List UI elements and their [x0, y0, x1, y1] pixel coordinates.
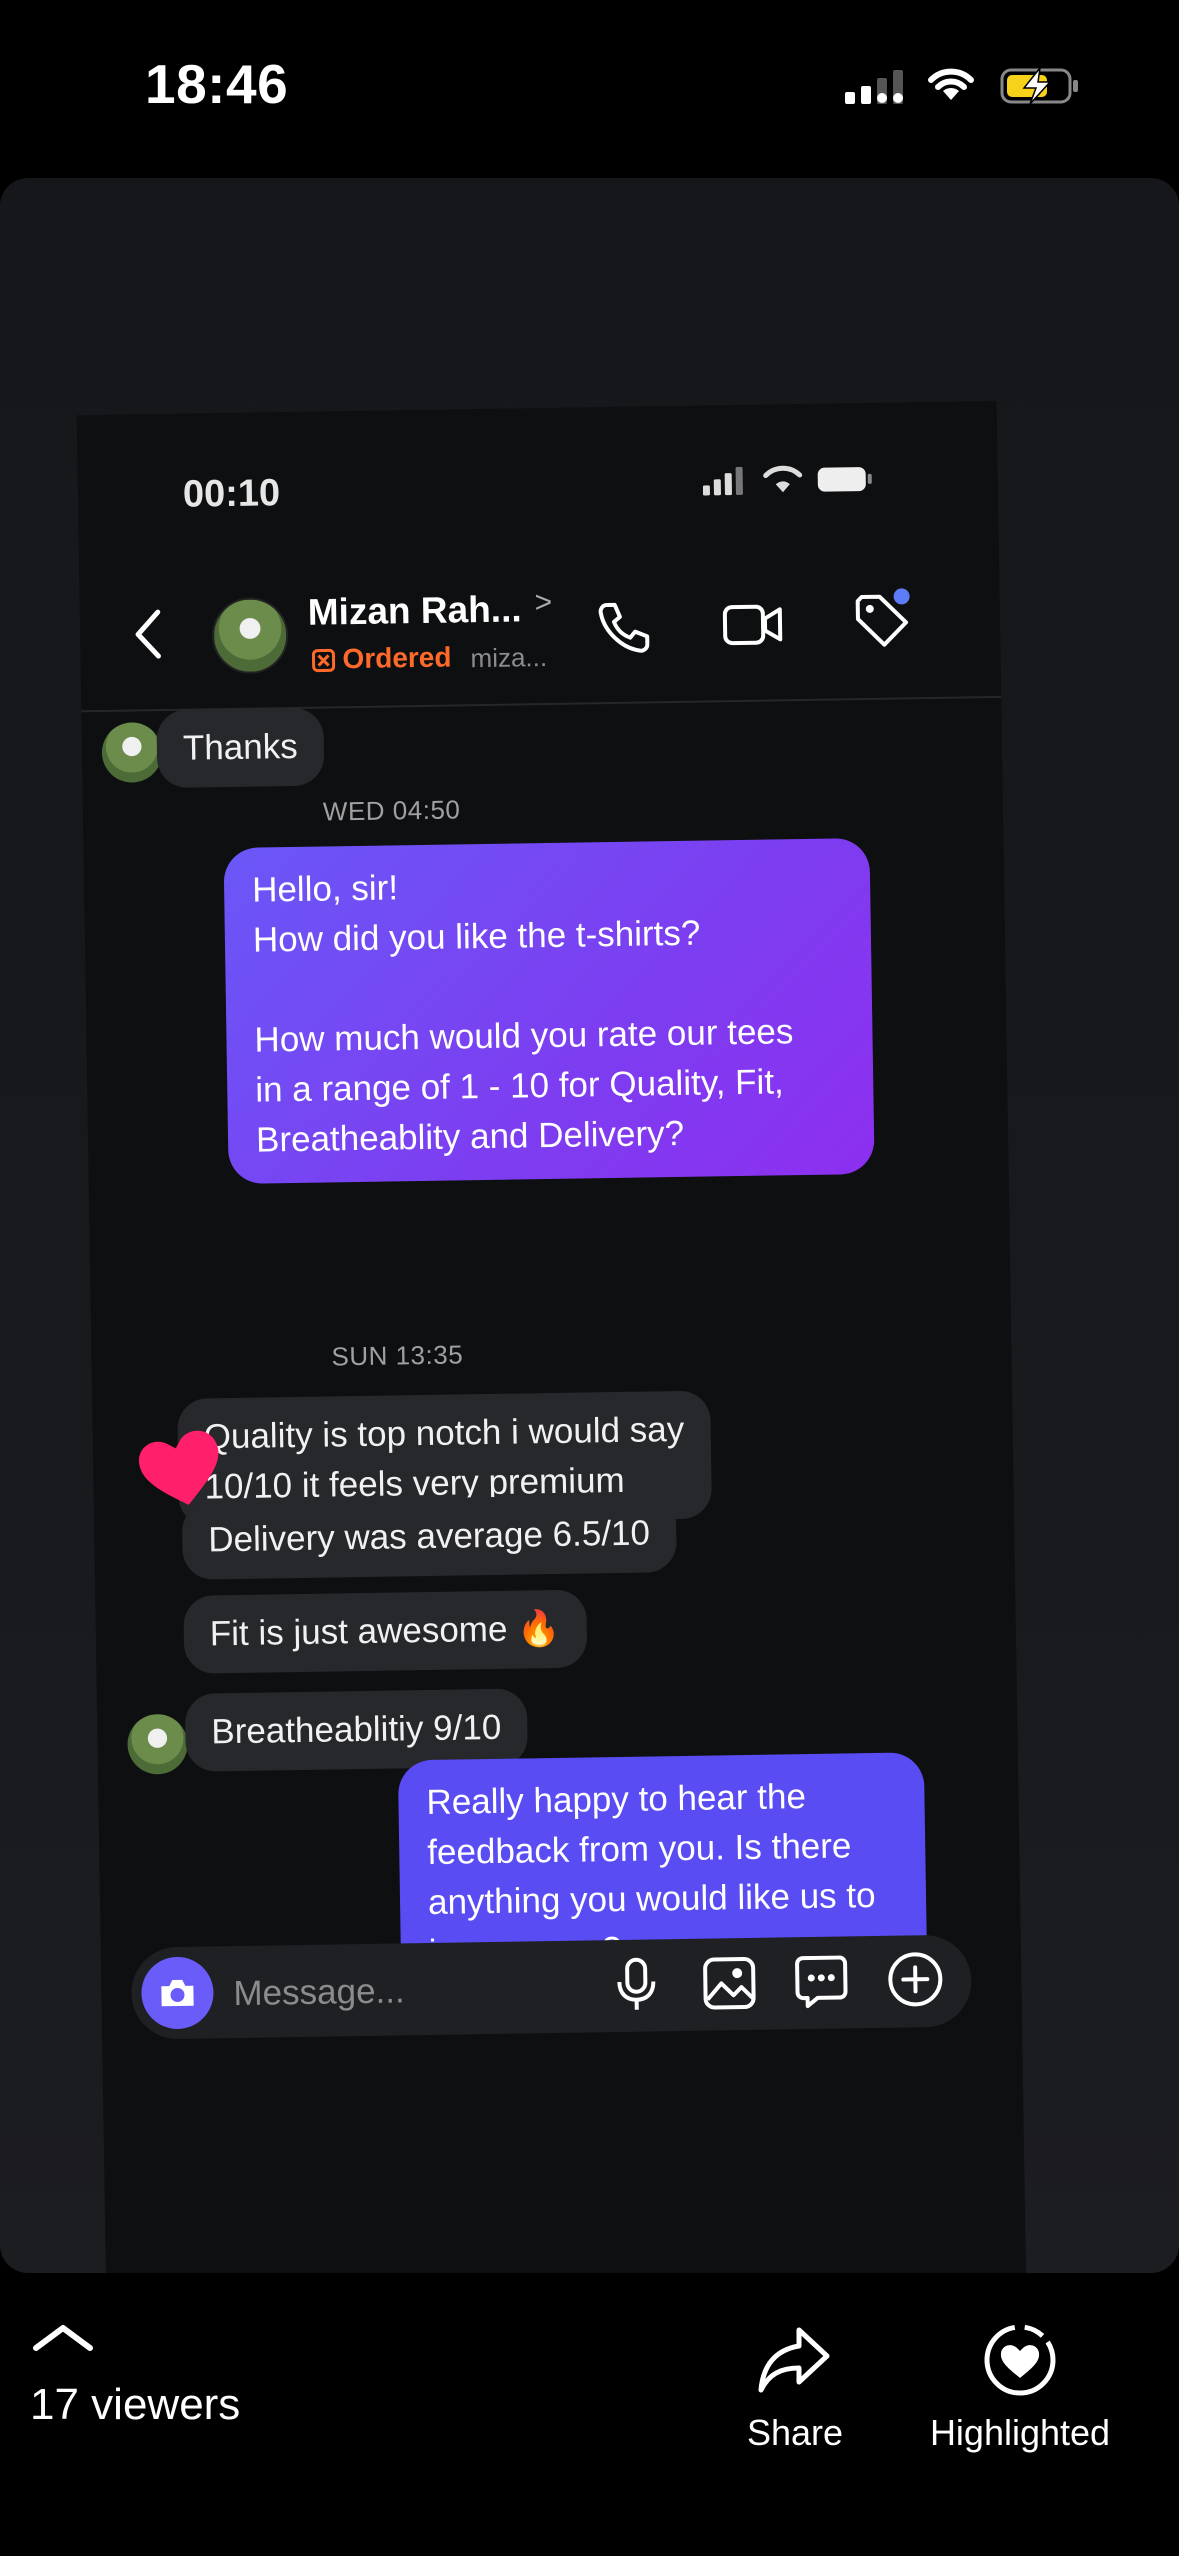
contact-name[interactable]: Mizan Rah...: [307, 588, 521, 633]
timestamp: WED 04:50: [322, 794, 461, 827]
inner-status-icons: [702, 461, 873, 505]
chat-bubble-icon: [795, 1955, 848, 2009]
chevron-up-icon[interactable]: [32, 2320, 94, 2359]
battery-charging-icon: [1000, 65, 1080, 111]
story-card[interactable]: 00:10 Mizan Rah... > Ordered miza... Tha…: [0, 178, 1179, 2273]
chevron-left-icon: [135, 609, 161, 659]
camera-icon: [161, 1979, 194, 2007]
inner-battery-icon: [817, 467, 872, 492]
inner-signal-icon: [702, 466, 743, 496]
cellular-signal-icon: [845, 66, 907, 111]
phone-icon: [598, 602, 650, 653]
outgoing-message[interactable]: Hello, sir! How did you like the t-shirt…: [223, 837, 875, 1185]
viewers-count[interactable]: 17 viewers: [30, 2380, 240, 2430]
microphone-button[interactable]: [614, 1955, 659, 2019]
inner-status-time: 00:10: [182, 472, 281, 516]
highlight-label: Highlighted: [929, 2412, 1111, 2453]
status-time: 18:46: [145, 53, 289, 115]
sticker-button[interactable]: [793, 1953, 850, 2015]
contact-handle: miza...: [470, 641, 548, 674]
gallery-button[interactable]: [701, 1955, 758, 2017]
tag-button[interactable]: [845, 584, 916, 660]
inner-wifi-icon: [763, 465, 803, 493]
share-button[interactable]: Share: [740, 2320, 850, 2460]
highlight-heart-icon: [984, 2324, 1056, 2396]
incoming-message[interactable]: Delivery was average 6.5/10: [181, 1494, 677, 1580]
tag-icon: [855, 588, 910, 647]
notification-dot: [893, 588, 910, 605]
timestamp: SUN 13:35: [331, 1339, 464, 1372]
share-label: Share: [746, 2412, 844, 2453]
order-status-label: Ordered: [342, 641, 452, 675]
more-options-button[interactable]: [886, 1950, 945, 2014]
plus-circle-icon: [888, 1952, 943, 2007]
contact-chevron-icon[interactable]: >: [534, 586, 552, 620]
back-button[interactable]: [128, 604, 169, 670]
incoming-message[interactable]: Thanks: [156, 707, 325, 789]
wifi-icon: [925, 64, 977, 109]
call-button[interactable]: [593, 596, 656, 664]
share-arrow-icon: [758, 2327, 830, 2393]
chat-screenshot: 00:10 Mizan Rah... > Ordered miza... Tha…: [76, 400, 1028, 2273]
microphone-icon: [617, 1957, 656, 2010]
incoming-message[interactable]: Fit is just awesome 🔥: [183, 1589, 588, 1674]
video-camera-icon: [722, 604, 783, 646]
video-call-button[interactable]: [720, 594, 787, 660]
ordered-icon: [310, 647, 337, 680]
message-input[interactable]: [231, 1962, 576, 2021]
highlight-button[interactable]: Highlighted: [915, 2318, 1125, 2458]
image-icon: [703, 1957, 756, 2010]
